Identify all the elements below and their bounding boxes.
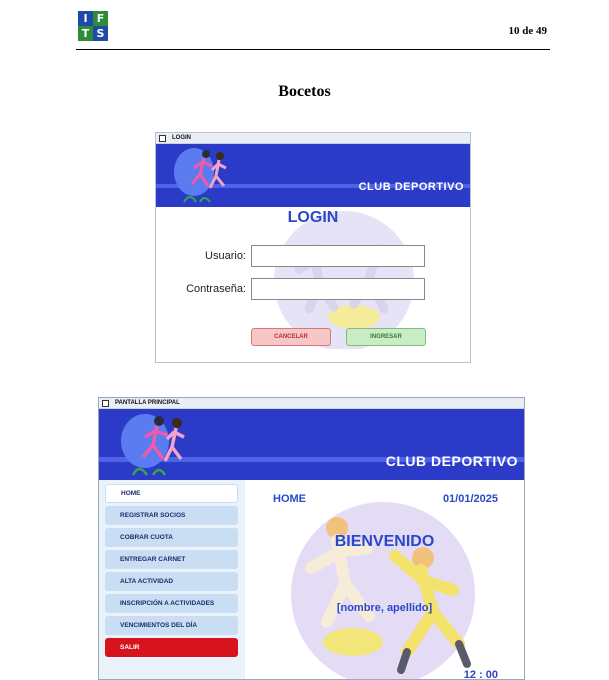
ifts-logo: I F T S [78,11,108,41]
home-content: HOME 01/01/2025 BIENVENIDO [nombre, apel… [245,480,524,679]
login-heading: LOGIN [287,209,339,226]
window-menu-icon[interactable] [159,134,166,142]
login-banner-title: CLUB DEPORTIVO [358,181,464,193]
menu-item-registrar-socios[interactable]: REGISTRAR SOCIOS [105,506,238,525]
welcome-heading: BIENVENIDO [334,533,435,550]
date-display: 01/01/2025 [442,493,498,505]
menu-item-inscripcion-actividades[interactable]: INSCRIPCIÓN A ACTIVIDADES [105,594,238,613]
logo-letter-i: I [78,11,93,26]
page-number: 10 de 49 [508,25,548,37]
username-label: Usuario: [205,250,246,262]
main-titlebar: PANTALLA PRINCIPAL [99,398,524,409]
cancel-button[interactable]: CANCELAR [251,328,331,346]
sidebar-menu: HOME REGISTRAR SOCIOS COBRAR CUOTA ENTRE… [99,480,245,679]
header-rule [76,49,550,50]
login-titlebar: LOGIN [156,133,470,144]
logo-letter-t: T [78,26,93,41]
runners-illustration-icon [174,148,227,203]
login-banner: CLUB DEPORTIVO [156,144,470,207]
page-title: HOME [273,493,306,505]
main-window: PANTALLA PRINCIPAL CLUB DEPORTIVO HOME R… [98,397,525,680]
main-banner: CLUB DEPORTIVO [99,409,524,480]
main-banner-title: CLUB DEPORTIVO [385,453,518,469]
menu-item-cobrar-cuota[interactable]: COBRAR CUOTA [105,528,238,547]
login-window: LOGIN CLUB DEPORTIVO LOGIN Usuario: Cont… [155,132,471,363]
section-title: Bocetos [278,83,331,100]
main-window-title: PANTALLA PRINCIPAL [115,400,180,406]
menu-item-entregar-carnet[interactable]: ENTREGAR CARNET [105,550,238,569]
logo-letter-s: S [93,26,108,41]
runners-illustration-icon [121,414,185,476]
logo-letter-f: F [93,11,108,26]
password-field[interactable] [251,278,425,300]
username-field[interactable] [251,245,425,267]
time-display: 12 : 00 [463,669,498,680]
fitness-illustration-icon [291,502,475,679]
login-window-title: LOGIN [172,135,191,141]
password-label: Contraseña: [186,283,246,295]
menu-item-home[interactable]: HOME [105,484,238,503]
menu-item-alta-actividad[interactable]: ALTA ACTIVIDAD [105,572,238,591]
window-menu-icon[interactable] [102,399,109,407]
menu-item-vencimientos[interactable]: VENCIMIENTOS DEL DÍA [105,616,238,635]
exit-button[interactable]: SALIR [105,638,238,657]
user-name-label: [nombre, apellido] [336,602,433,614]
login-button[interactable]: INGRESAR [346,328,426,346]
